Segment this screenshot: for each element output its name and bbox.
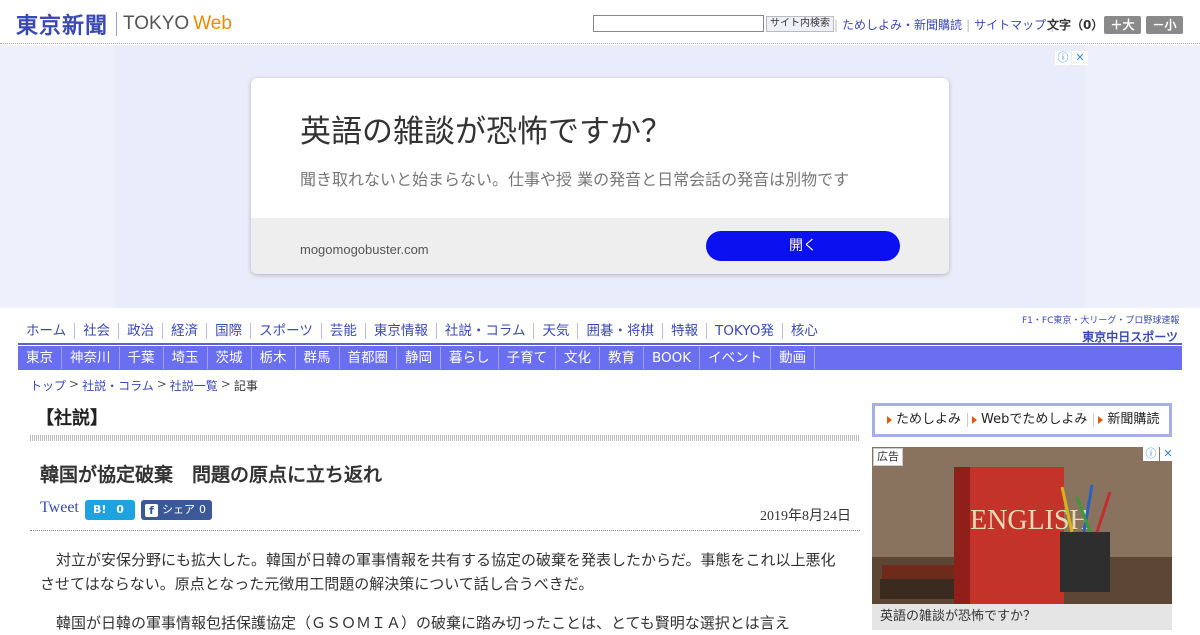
- sidebar-link-web-trial[interactable]: Webでためしよみ: [968, 412, 1095, 427]
- ad-close-icon[interactable]: ✕: [1072, 51, 1088, 65]
- nav-item-book[interactable]: BOOK: [644, 347, 701, 369]
- logo-jp: 東京新聞: [16, 13, 109, 39]
- facebook-share-count: 0: [199, 503, 206, 516]
- ad-choices[interactable]: ⓘ ✕: [1054, 51, 1088, 65]
- ad-close-icon[interactable]: ✕: [1160, 447, 1172, 461]
- font-size-label: 文字（0）: [1047, 18, 1104, 32]
- region-shizuoka[interactable]: 静岡: [397, 347, 441, 369]
- sidebar-ad-image: ENGLISH: [872, 447, 1172, 604]
- header-links: | ためしよみ・新聞購読 | サイトマップ |: [834, 16, 1054, 33]
- sidebar-link-label: ためしよみ: [896, 412, 962, 427]
- sidebar-ad-choices[interactable]: ⓘ ✕: [1142, 447, 1172, 461]
- sidebar-ad-caption: 英語の雑談が恐怖ですか？: [872, 604, 1172, 630]
- region-gunma[interactable]: 群馬: [296, 347, 340, 369]
- nav-item-living[interactable]: 暮らし: [441, 347, 499, 369]
- primary-nav: ホーム 社会 政治 経済 国際 スポーツ 芸能 東京情報 社説・コラム 天気 囲…: [18, 318, 1018, 344]
- nav-item-editorial-column[interactable]: 社説・コラム: [437, 323, 535, 339]
- nav-item-economy[interactable]: 経済: [163, 323, 208, 339]
- site-search-button[interactable]: サイト内検索: [766, 16, 834, 32]
- font-enlarge-button[interactable]: ＋大: [1104, 16, 1141, 34]
- breadcrumb-editorial-column[interactable]: 社説・コラム: [82, 377, 154, 394]
- facebook-icon: f: [145, 503, 158, 517]
- chunichi-sports-banner[interactable]: F1・FC東京・大リーグ・プロ野球速報 東京中日スポーツ: [1022, 313, 1180, 345]
- arrow-right-icon: [1098, 416, 1104, 424]
- breadcrumb-current: 記事: [233, 379, 258, 393]
- sidebar-link-subscribe[interactable]: 新聞購読: [1094, 413, 1165, 427]
- nav-item-parenting[interactable]: 子育て: [499, 347, 556, 369]
- sidebar-link-trial[interactable]: ためしよみ: [883, 412, 969, 427]
- hatena-count: 0: [116, 503, 124, 516]
- article-paragraph: 韓国が日韓の軍事情報包括保護協定（ＧＳＯＭＩＡ）の破棄に踏み切ったことは、とても…: [56, 614, 790, 632]
- article-meta-divider: [30, 530, 860, 531]
- article-headline: 韓国が協定破棄 問題の原点に立ち返れ: [40, 464, 383, 486]
- sidebar-link-label: 新聞購読: [1107, 412, 1160, 427]
- nav-item-entertainment[interactable]: 芸能: [322, 323, 366, 339]
- tweet-button[interactable]: Tweet: [40, 499, 79, 517]
- subscription-links-box: ためしよみ Webでためしよみ 新聞購読: [872, 403, 1172, 437]
- arrow-right-icon: [972, 416, 978, 424]
- breadcrumb-editorial-list[interactable]: 社説一覧: [170, 377, 218, 394]
- logo-tokyo: TOKYO: [123, 13, 190, 34]
- logo-web: Web: [193, 13, 232, 34]
- arrow-right-icon: [887, 416, 892, 424]
- ad-info-icon[interactable]: ⓘ: [1055, 51, 1071, 65]
- region-saitama[interactable]: 埼玉: [164, 347, 208, 369]
- nav-item-society[interactable]: 社会: [75, 323, 120, 339]
- nav-item-home[interactable]: ホーム: [18, 323, 76, 339]
- article-date: 2019年8月24日: [760, 509, 851, 524]
- breadcrumb-separator: >: [69, 377, 80, 391]
- section-title: 【社説】: [36, 408, 108, 429]
- ad-description: 聞き取れないと始まらない。仕事や授 業の発音と日常会話の発音は別物です: [300, 170, 850, 189]
- hatena-bookmark-button[interactable]: B! 0: [85, 500, 135, 520]
- ad-domain: mogomogobuster.com: [300, 242, 429, 257]
- header-link-sitemap[interactable]: サイトマップ: [970, 16, 1050, 33]
- region-kanagawa[interactable]: 神奈川: [62, 347, 120, 369]
- breadcrumb: トップ > 社説・コラム > 社説一覧 > 記事: [30, 377, 258, 394]
- ad-open-button[interactable]: 開く: [706, 231, 900, 261]
- nav-item-tokyo-hatsu[interactable]: TOKYO発: [707, 323, 783, 339]
- region-shutoken[interactable]: 首都圏: [340, 347, 397, 369]
- site-logo[interactable]: 東京新聞 TOKYO Web: [16, 8, 232, 40]
- nav-item-international[interactable]: 国際: [207, 323, 252, 339]
- logo-divider: [116, 12, 118, 36]
- nav-item-culture[interactable]: 文化: [556, 347, 600, 369]
- english-books-illustration: ENGLISH: [872, 447, 1172, 604]
- facebook-share-button[interactable]: f シェア 0: [141, 500, 212, 520]
- breadcrumb-top[interactable]: トップ: [30, 377, 66, 394]
- breadcrumb-separator: >: [220, 377, 231, 391]
- article-paragraph: 対立が安保分野にも拡大した。韓国が日韓の軍事情報を共有する協定の破棄を発表したか…: [40, 551, 836, 593]
- sidebar-ad[interactable]: ENGLISH 広告 ⓘ ✕ 英語の雑談が恐怖ですか？: [872, 447, 1172, 630]
- font-shrink-button[interactable]: －小: [1146, 16, 1183, 34]
- nav-item-event[interactable]: イベント: [700, 347, 772, 369]
- site-header: 東京新聞 TOKYO Web サイト内検索 | ためしよみ・新聞購読 | サイト…: [0, 0, 1200, 44]
- hatena-icon: B!: [93, 503, 107, 516]
- nav-item-tokyo-info[interactable]: 東京情報: [366, 323, 437, 339]
- regional-nav: 東京 神奈川 千葉 埼玉 茨城 栃木 群馬 首都圏 静岡 暮らし 子育て 文化 …: [18, 346, 1182, 370]
- nav-item-tokuho[interactable]: 特報: [663, 323, 707, 339]
- nav-item-video[interactable]: 動画: [771, 347, 816, 369]
- region-chiba[interactable]: 千葉: [120, 347, 164, 369]
- nav-item-education[interactable]: 教育: [600, 347, 644, 369]
- region-tochigi[interactable]: 栃木: [252, 347, 296, 369]
- header-link-trial-subscribe[interactable]: ためしよみ・新聞購読: [838, 16, 966, 33]
- nav-item-sports[interactable]: スポーツ: [251, 323, 322, 339]
- sidebar-link-label: Webでためしよみ: [981, 412, 1088, 427]
- nav-item-politics[interactable]: 政治: [119, 323, 164, 339]
- facebook-share-label: シェア: [162, 503, 195, 516]
- ad-title: 英語の雑談が恐怖ですか？: [300, 114, 672, 150]
- nav-item-weather[interactable]: 天気: [534, 323, 579, 339]
- nav-item-go-shogi[interactable]: 囲碁・将棋: [578, 323, 663, 339]
- nav-divider: [18, 343, 1182, 345]
- region-ibaraki[interactable]: 茨城: [208, 347, 252, 369]
- top-ad-card[interactable]: 英語の雑談が恐怖ですか？ 聞き取れないと始まらない。仕事や授 業の発音と日常会話…: [251, 78, 949, 274]
- ad-label: 広告: [873, 448, 903, 466]
- breadcrumb-separator: >: [156, 377, 167, 391]
- section-divider: [30, 435, 860, 441]
- chunichi-tagline: F1・FC東京・大リーグ・プロ野球速報: [1022, 316, 1180, 326]
- region-tokyo[interactable]: 東京: [18, 347, 62, 369]
- site-search-input[interactable]: [593, 15, 764, 32]
- ad-info-icon[interactable]: ⓘ: [1143, 447, 1159, 461]
- nav-item-kakushin[interactable]: 核心: [783, 323, 826, 339]
